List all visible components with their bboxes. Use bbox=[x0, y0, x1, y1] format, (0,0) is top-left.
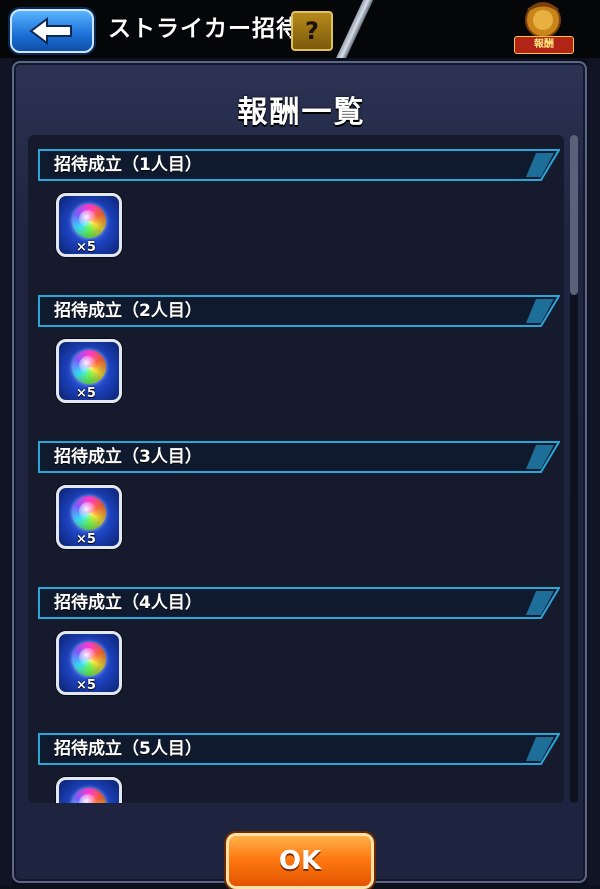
reward-section: 招待成立（2人目） ×5 bbox=[28, 281, 564, 427]
section-label: 招待成立（4人目） bbox=[54, 593, 202, 613]
reward-section: 招待成立（5人目） ×5 bbox=[28, 719, 564, 803]
reward-item[interactable]: ×5 bbox=[56, 193, 122, 257]
section-header: 招待成立（4人目） bbox=[38, 587, 560, 619]
reward-quantity: ×5 bbox=[76, 532, 96, 547]
reward-section: 招待成立（4人目） ×5 bbox=[28, 573, 564, 719]
help-button[interactable]: ? bbox=[291, 11, 333, 51]
ok-button[interactable]: OK bbox=[226, 833, 374, 889]
list-scrollbar[interactable] bbox=[570, 135, 578, 803]
reward-section: 招待成立（1人目） ×5 bbox=[28, 135, 564, 281]
section-header: 招待成立（3人目） bbox=[38, 441, 560, 473]
right-rail bbox=[588, 58, 600, 885]
reward-section: 招待成立（3人目） ×5 bbox=[28, 427, 564, 573]
reward-quantity: ×5 bbox=[76, 678, 96, 693]
reward-item[interactable]: ×5 bbox=[56, 339, 122, 403]
back-arrow-icon bbox=[29, 17, 72, 45]
reward-badge[interactable]: 報酬 bbox=[514, 0, 574, 56]
dragon-emblem-icon bbox=[525, 2, 561, 38]
section-header: 招待成立（1人目） bbox=[38, 149, 560, 181]
section-label: 招待成立（3人目） bbox=[54, 447, 202, 467]
reward-list-dialog: 報酬一覧 招待成立（1人目） ×5 招待成立（2人目） ×5 招待成立（3人目）… bbox=[12, 61, 587, 883]
reward-item[interactable]: ×5 bbox=[56, 485, 122, 549]
top-bar: ストライカー招待 ? 報酬 bbox=[0, 0, 600, 58]
page-title: ストライカー招待 bbox=[108, 16, 300, 42]
section-label: 招待成立（5人目） bbox=[54, 739, 202, 759]
back-button[interactable] bbox=[10, 9, 94, 53]
section-label: 招待成立（1人目） bbox=[54, 155, 202, 175]
reward-item[interactable]: ×5 bbox=[56, 777, 122, 803]
section-label: 招待成立（2人目） bbox=[54, 301, 202, 321]
reward-badge-label: 報酬 bbox=[514, 36, 574, 54]
reward-quantity: ×5 bbox=[76, 386, 96, 401]
scroll-thumb[interactable] bbox=[570, 135, 578, 295]
header-divider bbox=[336, 0, 376, 58]
reward-list[interactable]: 招待成立（1人目） ×5 招待成立（2人目） ×5 招待成立（3人目） ×5 招… bbox=[28, 135, 564, 803]
reward-quantity: ×5 bbox=[76, 240, 96, 255]
dialog-title: 報酬一覧 bbox=[237, 95, 366, 130]
reward-item[interactable]: ×5 bbox=[56, 631, 122, 695]
left-rail bbox=[0, 58, 12, 885]
section-header: 招待成立（2人目） bbox=[38, 295, 560, 327]
section-header: 招待成立（5人目） bbox=[38, 733, 560, 765]
rainbow-orb-icon bbox=[56, 777, 122, 803]
